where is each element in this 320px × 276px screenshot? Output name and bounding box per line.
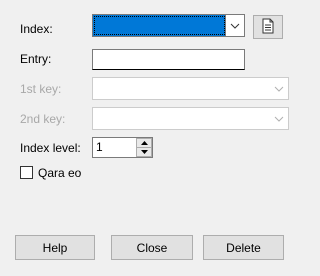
index-level-value[interactable]: 1 [96,138,103,157]
chevron-down-icon[interactable] [270,78,288,99]
first-key-combobox[interactable] [92,77,289,100]
chevron-down-icon[interactable] [270,108,288,129]
dialog: Index: Entry: 1st key: 2nd key: Index le… [0,0,299,276]
index-combobox-field[interactable] [93,15,226,36]
document-icon [261,18,275,37]
index-level-spinner[interactable]: 1 [92,137,153,158]
close-button[interactable]: Close [111,235,193,260]
index-combobox[interactable] [92,14,245,37]
second-key-label: 2nd key: [20,112,66,126]
index-level-label: Index level: [20,141,81,155]
qara-eo-checkbox[interactable] [20,166,33,179]
delete-button[interactable]: Delete [203,235,284,260]
entry-input[interactable] [92,49,245,70]
first-key-label: 1st key: [20,82,62,96]
chevron-down-icon[interactable] [225,15,244,36]
second-key-combobox-field[interactable] [93,108,270,129]
qara-eo-label[interactable]: Qara eo [38,165,81,181]
entry-label: Entry: [20,52,52,66]
arrow-down-icon[interactable] [136,147,152,157]
index-label: Index: [20,22,53,36]
new-index-button[interactable] [253,15,283,39]
second-key-combobox[interactable] [92,107,289,130]
help-button[interactable]: Help [15,235,95,260]
first-key-combobox-field[interactable] [93,78,270,99]
